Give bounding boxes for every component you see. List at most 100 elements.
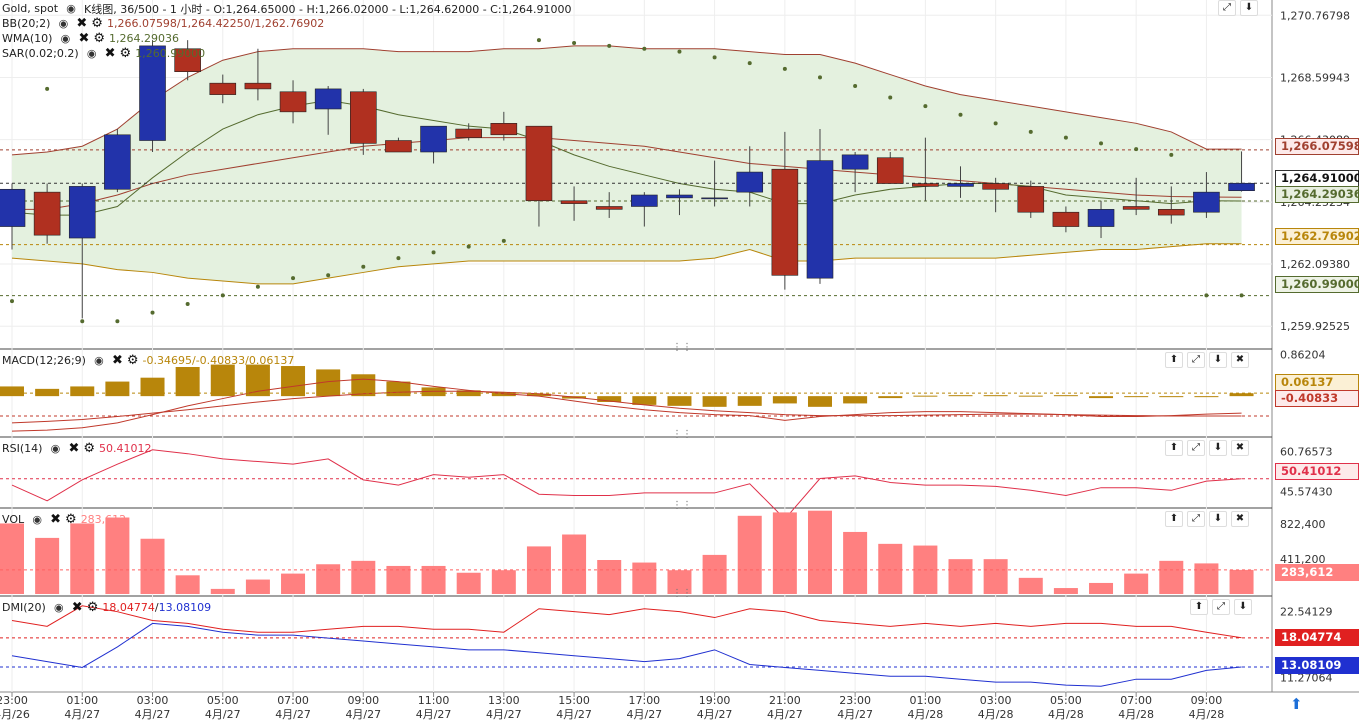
gear-icon[interactable]: ⚙ xyxy=(127,353,139,368)
candle-body xyxy=(279,91,307,113)
macd-histogram-bar xyxy=(1194,396,1219,398)
rsi-values: 50.41012 xyxy=(99,442,152,455)
eye-icon[interactable]: ◉ xyxy=(46,442,64,455)
home-icon[interactable]: ⬆ xyxy=(1290,695,1303,713)
gear-icon[interactable]: ⚙ xyxy=(87,600,99,615)
macd-histogram-bar xyxy=(983,395,1008,397)
macd-histogram-bar xyxy=(1124,396,1149,398)
close-icon[interactable]: ✖ xyxy=(112,353,123,368)
volume-bar xyxy=(1194,563,1219,594)
sar-dot xyxy=(817,75,822,80)
vol-price-label: 283,612 xyxy=(1275,564,1359,581)
arrow-up-icon[interactable]: ⬆ xyxy=(1190,598,1208,615)
gear-icon[interactable]: ⚙ xyxy=(93,31,105,46)
volume-bar xyxy=(807,510,832,594)
close-icon[interactable]: ✖ xyxy=(78,31,89,46)
eye-icon[interactable]: ◉ xyxy=(54,17,72,30)
main-header: Gold, spot ◉ K线图, 36/500 - 1 小时 - O:1,26… xyxy=(2,1,572,16)
sar-dot xyxy=(572,41,577,46)
eye-icon[interactable]: ◉ xyxy=(62,2,80,15)
volume-bar xyxy=(0,523,24,594)
close-icon[interactable]: ✖ xyxy=(1231,351,1249,368)
dmi-panel-controls: ⬆ ⤢ ⬇ xyxy=(1190,598,1252,615)
arrow-down-icon[interactable]: ⬇ xyxy=(1240,0,1258,16)
volume-bar xyxy=(737,515,762,594)
sar-dot xyxy=(888,95,893,100)
expand-icon[interactable]: ⤢ xyxy=(1187,510,1205,527)
macd-histogram-bar xyxy=(1018,395,1043,397)
wma-legend: WMA(10) ◉ ✖ ⚙ 1,264.29036 xyxy=(2,31,179,46)
sar-dot xyxy=(326,273,331,278)
arrow-up-icon[interactable]: ⬆ xyxy=(1165,439,1183,456)
eye-icon[interactable]: ◉ xyxy=(50,601,68,614)
candle-body xyxy=(666,194,693,199)
arrow-down-icon[interactable]: ⬇ xyxy=(1209,510,1227,527)
gear-icon[interactable]: ⚙ xyxy=(83,441,95,456)
expand-icon[interactable]: ⤢ xyxy=(1187,351,1205,368)
vol-legend: VOL ◉ ✖ ⚙ 283,612 xyxy=(2,512,126,527)
time-tick-label: 09:00 xyxy=(347,694,379,707)
eye-icon[interactable]: ◉ xyxy=(28,513,46,526)
drag-handle-icon[interactable]: ⋮⋮ xyxy=(672,343,692,358)
arrow-up-icon[interactable]: ⬆ xyxy=(1165,510,1183,527)
close-icon[interactable]: ✖ xyxy=(1231,510,1249,527)
volume-bar xyxy=(702,554,727,594)
close-icon[interactable]: ✖ xyxy=(72,600,83,615)
price-tick-label: 1,262.09380 xyxy=(1280,258,1350,271)
price-tick-label: 1,259.92525 xyxy=(1280,320,1350,333)
candle-body xyxy=(947,183,974,187)
sar-dot xyxy=(782,66,787,71)
close-icon[interactable]: ✖ xyxy=(50,512,61,527)
expand-icon[interactable]: ⤢ xyxy=(1218,0,1236,16)
sar-dot xyxy=(747,61,752,66)
macd-histogram-bar xyxy=(281,366,306,397)
close-icon[interactable]: ✖ xyxy=(68,441,79,456)
arrow-down-icon[interactable]: ⬇ xyxy=(1209,439,1227,456)
expand-icon[interactable]: ⤢ xyxy=(1212,598,1230,615)
sar-dot xyxy=(150,310,155,315)
gear-icon[interactable]: ⚙ xyxy=(65,512,77,527)
candle-body xyxy=(771,168,799,276)
date-tick-label: 4月/27 xyxy=(837,708,873,721)
close-icon[interactable]: ✖ xyxy=(105,46,116,61)
candle-body xyxy=(0,188,26,227)
expand-icon[interactable]: ⤢ xyxy=(1187,439,1205,456)
bb-name: BB(20;2) xyxy=(2,17,51,30)
date-tick-label: 4月/28 xyxy=(908,708,944,721)
time-tick-label: 23:00 xyxy=(0,694,28,707)
sar-dot xyxy=(677,49,682,54)
time-tick-label: 15:00 xyxy=(558,694,590,707)
candle-body xyxy=(244,82,272,90)
drag-handle-icon[interactable]: ⋮⋮ xyxy=(672,501,692,516)
eye-icon[interactable]: ◉ xyxy=(83,47,101,60)
sar-dot xyxy=(923,104,928,109)
macd-histogram-bar xyxy=(807,396,832,407)
close-icon[interactable]: ✖ xyxy=(76,16,87,31)
close-icon[interactable]: ✖ xyxy=(1231,439,1249,456)
sar-values: 1,260.99000 xyxy=(135,47,206,60)
dmi-minus-price-label: 13.08109 xyxy=(1275,657,1359,674)
arrow-up-icon[interactable]: ⬆ xyxy=(1165,351,1183,368)
candle-body xyxy=(736,171,764,193)
candle-body xyxy=(912,183,939,187)
eye-icon[interactable]: ◉ xyxy=(90,354,108,367)
candle-body xyxy=(385,140,412,153)
gear-icon[interactable]: ⚙ xyxy=(120,46,132,61)
drag-handle-icon[interactable]: ⋮⋮ xyxy=(672,589,692,604)
bb-legend: BB(20;2) ◉ ✖ ⚙ 1,266.07598/1,264.42250/1… xyxy=(2,16,324,31)
arrow-down-icon[interactable]: ⬇ xyxy=(1209,351,1227,368)
volume-bar xyxy=(843,531,868,594)
candle-body xyxy=(314,88,342,110)
sar-dot xyxy=(1028,129,1033,134)
gear-icon[interactable]: ⚙ xyxy=(91,16,103,31)
dmi-minus-value: 13.08109 xyxy=(158,601,212,614)
sar-dot xyxy=(1169,152,1174,157)
eye-icon[interactable]: ◉ xyxy=(56,32,74,45)
sar-dot xyxy=(1134,147,1139,152)
sar-dot xyxy=(255,284,260,289)
drag-handle-icon[interactable]: ⋮⋮ xyxy=(672,430,692,445)
wma-values: 1,264.29036 xyxy=(109,32,180,45)
candle-body xyxy=(631,194,658,207)
arrow-down-icon[interactable]: ⬇ xyxy=(1234,598,1252,615)
macd-histogram-bar xyxy=(1229,393,1254,397)
